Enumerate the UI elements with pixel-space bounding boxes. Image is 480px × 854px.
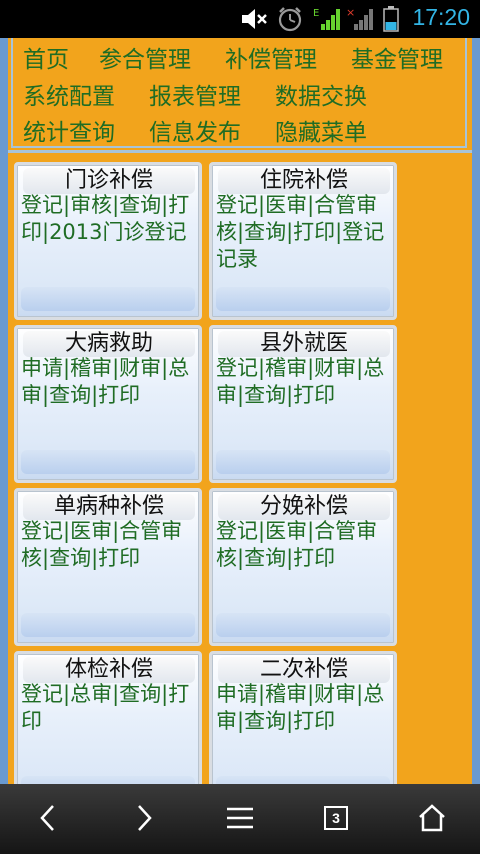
home-icon [419,804,445,832]
alarm-icon [278,7,302,32]
signal-icon: × [346,6,373,30]
nav-menu: 首页 参合管理 补偿管理 基金管理 系统配置 报表管理 数据交换 统计查询 信息… [11,38,467,148]
card-title: 大病救助 [23,331,195,357]
mute-icon [242,9,267,29]
card-links[interactable]: 登记|医审|合管审核|查询|打印 [216,518,392,572]
home-button[interactable] [410,798,454,838]
card-footer [21,450,195,474]
nav-item-fund[interactable]: 基金管理 [351,40,443,74]
card-links[interactable]: 登记|医审|合管审核|查询|打印|登记记录 [216,192,392,273]
card-footer [216,450,390,474]
card-title: 单病种补偿 [23,494,195,520]
module-card-out-of-county[interactable]: 县外就医 登记|稽审|财审|总审|查询|打印 [209,325,397,483]
module-card-outpatient[interactable]: 门诊补偿 登记|审核|查询|打印|2013门诊登记 [14,162,202,320]
browser-bottom-bar: 3 [0,784,480,854]
nav-item-hide-menu[interactable]: 隐藏菜单 [275,113,367,147]
card-title: 二次补偿 [218,657,390,683]
card-footer [21,613,195,637]
card-links[interactable]: 登记|审核|查询|打印|2013门诊登记 [21,192,197,246]
svg-text:E: E [313,8,319,19]
clock: 17:20 [412,4,470,30]
signal-icon: E [313,8,340,30]
card-links[interactable]: 登记|总审|查询|打印 [21,681,197,735]
nav-item-reports[interactable]: 报表管理 [149,77,241,111]
card-footer [216,613,390,637]
back-icon [40,805,54,831]
status-bar: E × 17:20 [0,0,480,38]
module-card-serious-illness[interactable]: 大病救助 申请|稽审|财审|总审|查询|打印 [14,325,202,483]
battery-icon [383,6,399,32]
card-footer [216,776,390,784]
module-card-childbirth[interactable]: 分娩补偿 登记|医审|合管审核|查询|打印 [209,488,397,646]
tabs-button[interactable]: 3 [314,798,358,838]
nav-item-data-exchange[interactable]: 数据交换 [275,77,367,111]
card-title: 门诊补偿 [23,168,195,194]
page-content: 首页 参合管理 补偿管理 基金管理 系统配置 报表管理 数据交换 统计查询 信息… [8,38,472,784]
forward-button[interactable] [122,798,166,838]
nav-item-home[interactable]: 首页 [23,40,69,74]
module-card-secondary[interactable]: 二次补偿 申请|稽审|财审|总审|查询|打印 [209,651,397,784]
forward-icon [138,805,152,831]
card-footer [216,287,390,311]
nav-item-system-config[interactable]: 系统配置 [23,77,115,111]
menu-divider [8,150,472,153]
tabs-icon: 3 [324,806,348,830]
module-card-inpatient[interactable]: 住院补偿 登记|医审|合管审核|查询|打印|登记记录 [209,162,397,320]
card-footer [21,776,195,784]
svg-text:×: × [346,6,355,19]
card-title: 县外就医 [218,331,390,357]
module-card-single-disease[interactable]: 单病种补偿 登记|医审|合管审核|查询|打印 [14,488,202,646]
back-button[interactable] [26,798,70,838]
module-card-physical-exam[interactable]: 体检补偿 登记|总审|查询|打印 [14,651,202,784]
card-links[interactable]: 登记|医审|合管审核|查询|打印 [21,518,197,572]
nav-item-statistics[interactable]: 统计查询 [23,113,115,147]
nav-item-compensation[interactable]: 补偿管理 [225,40,317,74]
card-links[interactable]: 申请|稽审|财审|总审|查询|打印 [21,355,197,409]
tab-count: 3 [332,810,340,826]
card-links[interactable]: 申请|稽审|财审|总审|查询|打印 [216,681,392,735]
card-title: 体检补偿 [23,657,195,683]
menu-button[interactable] [218,798,262,838]
nav-item-publish[interactable]: 信息发布 [149,113,241,147]
card-links[interactable]: 登记|稽审|财审|总审|查询|打印 [216,355,392,409]
card-title: 分娩补偿 [218,494,390,520]
nav-item-enrollment[interactable]: 参合管理 [99,40,191,74]
card-footer [21,287,195,311]
menu-icon [227,807,253,829]
card-title: 住院补偿 [218,168,390,194]
